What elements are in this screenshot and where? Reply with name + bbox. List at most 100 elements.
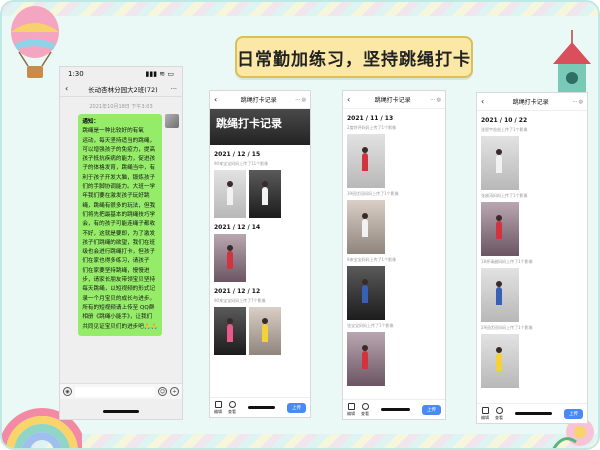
chat-header: ‹ 长动杏林分园大2班(72) ··· (60, 81, 182, 97)
bubble-line: 们在家要坚持跳绳，慢慢进 (82, 267, 150, 274)
record-header: ‹ 跳绳打卡记录 ··· ◎ (477, 93, 587, 111)
slide-frame: 日常勤加练习，坚持跳绳打卡 1:30 ▮▮▮ ≋ ▭ ‹ 长动杏林分园大2班(7… (0, 0, 600, 450)
record-screenshot-1: ‹ 跳绳打卡记录 ··· ◎ 跳绳打卡记录 2021 / 12 / 15 90来… (209, 90, 311, 418)
cover-title: 跳绳打卡记录 (216, 117, 282, 130)
entry-date: 2021 / 12 / 12 (214, 288, 261, 295)
plus-icon[interactable]: + (170, 387, 179, 396)
edit-tool[interactable]: 编辑 (214, 400, 222, 415)
bubble-line: 跳绳是一种比较好的有氧 (82, 128, 144, 135)
voice-icon[interactable]: ◉ (63, 387, 72, 396)
thumbnail-row (343, 134, 445, 188)
bubble-line: 孩子抵抗疾病的能力，促进孩 (82, 156, 156, 163)
edit-tool[interactable]: 编辑 (347, 402, 355, 417)
view-icon (495, 406, 503, 414)
record-title: 跳绳打卡记录 (512, 99, 549, 106)
chat-input-bar: ◉ ☺ + (60, 383, 182, 399)
child-figure (226, 180, 233, 205)
child-figure (362, 344, 369, 369)
bottom-stripe (2, 434, 598, 448)
chat-title: 长动杏林分园大2班(72) (88, 85, 158, 94)
bubble-line: 可以增强孩子的免疫力，提高 (82, 146, 156, 153)
view-label: 查看 (361, 410, 369, 416)
bubble-line: 不好，这就是要即，为了激发 (82, 230, 156, 237)
video-thumbnail[interactable] (249, 307, 281, 355)
options-icon[interactable]: ··· ◎ (572, 99, 583, 105)
bubble-line: 通知： (82, 119, 100, 125)
thumbnail-row (477, 268, 587, 322)
avatar[interactable] (165, 114, 179, 128)
thumbnail-row (477, 136, 587, 190)
entry-meta: 90来宝宝妈妈上传了7个影像 (214, 298, 266, 303)
emoji-icon[interactable]: ☺ (158, 387, 167, 396)
edit-label: 编辑 (347, 410, 355, 416)
video-thumbnail[interactable] (249, 170, 281, 218)
record-header: ‹ 跳绳打卡记录 ··· ◎ (210, 91, 310, 109)
child-figure (496, 214, 503, 239)
home-indicator (102, 410, 140, 413)
back-arrow-icon[interactable]: ‹ (214, 95, 222, 104)
edit-icon (214, 400, 222, 408)
options-icon[interactable]: ··· ◎ (295, 97, 306, 103)
child-figure (226, 244, 233, 269)
back-arrow-icon[interactable]: ‹ (481, 97, 489, 106)
thumbnail-row (210, 170, 310, 218)
entry-meta: 8来宝宝妈妈上传了1个影像 (347, 257, 397, 262)
thumbnail-row (343, 266, 445, 320)
back-arrow-icon[interactable]: ‹ (347, 95, 355, 104)
child-figure (496, 280, 503, 305)
bubble-line: 级也会进行跳绳打卡，但孩子 (82, 249, 156, 256)
banner-title: 日常勤加练习，坚持跳绳打卡 (237, 49, 471, 70)
home-indicator (381, 408, 410, 411)
upload-button[interactable]: 上传 (287, 402, 306, 413)
record-screenshot-2: ‹ 跳绳打卡记录 ··· ◎ 2021 / 11 / 13 2度特评妈妈上传了1… (342, 90, 446, 420)
message-input[interactable] (75, 386, 155, 397)
album-cover: 跳绳打卡记录 (210, 109, 310, 145)
record-title: 跳绳打卡记录 (240, 97, 277, 104)
video-thumbnail[interactable] (347, 332, 385, 386)
upload-button[interactable]: 上传 (564, 408, 583, 419)
child-figure (261, 180, 268, 205)
chat-screenshot: 1:30 ▮▮▮ ≋ ▭ ‹ 长动杏林分园大2班(72) ··· 2021年10… (59, 66, 183, 420)
video-thumbnail[interactable] (347, 200, 385, 254)
view-tool[interactable]: 查看 (495, 406, 503, 421)
video-thumbnail[interactable] (481, 334, 519, 388)
thumbnail-row (210, 234, 310, 282)
video-thumbnail[interactable] (481, 136, 519, 190)
view-label: 查看 (228, 408, 236, 414)
options-icon[interactable]: ··· ◎ (430, 97, 441, 103)
bubble-line: 利于孩子开发大脑，锻炼孩子 (82, 174, 156, 181)
entry-date: 2021 / 10 / 22 (481, 117, 528, 124)
video-thumbnail[interactable] (214, 170, 246, 218)
entry-meta: 张越涛妈妈上传了1个影像 (481, 193, 528, 198)
chat-timestamp: 2021年10月18日 下午3:03 (89, 104, 153, 110)
edit-label: 编辑 (481, 414, 489, 420)
upload-button[interactable]: 上传 (422, 404, 441, 415)
thumbnail-row (477, 334, 587, 388)
bubble-line: 所有的短视频请上传至 QQ群 (82, 304, 155, 311)
view-tool[interactable]: 查看 (361, 402, 369, 417)
view-tool[interactable]: 查看 (228, 400, 236, 415)
thumbnail-row (210, 307, 310, 355)
video-thumbnail[interactable] (214, 234, 246, 282)
video-thumbnail[interactable] (347, 134, 385, 188)
entry-meta: 90来宝宝妈妈上传了11个影像 (214, 161, 269, 166)
entry-meta: 张智宇爸爸上传了1个影像 (481, 127, 528, 132)
bubble-line: 们将先把最基本的跳绳技巧学 (82, 211, 156, 218)
title-banner: 日常勤加练习，坚持跳绳打卡 (235, 36, 473, 78)
back-arrow-icon[interactable]: ‹ (65, 84, 75, 93)
message-bubble: 通知： 跳绳是一种比较好的有氧 运动，每天坚持适当的跳绳， 可以增强孩子的免疫力… (78, 114, 162, 336)
entry-date: 2021 / 12 / 14 (214, 224, 261, 231)
video-thumbnail[interactable] (481, 268, 519, 322)
video-thumbnail[interactable] (481, 202, 519, 256)
home-indicator (248, 406, 275, 409)
bottom-toolbar: 编辑 查看 上传 (210, 397, 310, 417)
more-icon[interactable]: ··· (171, 85, 177, 93)
entry-date: 2021 / 12 / 15 (214, 151, 261, 158)
edit-tool[interactable]: 编辑 (481, 406, 489, 421)
view-icon (361, 402, 369, 410)
video-thumbnail[interactable] (214, 307, 246, 355)
video-thumbnail[interactable] (347, 266, 385, 320)
bubble-line: 子的体格发育，跳绳当中，有 (82, 165, 156, 172)
edit-label: 编辑 (214, 408, 222, 414)
